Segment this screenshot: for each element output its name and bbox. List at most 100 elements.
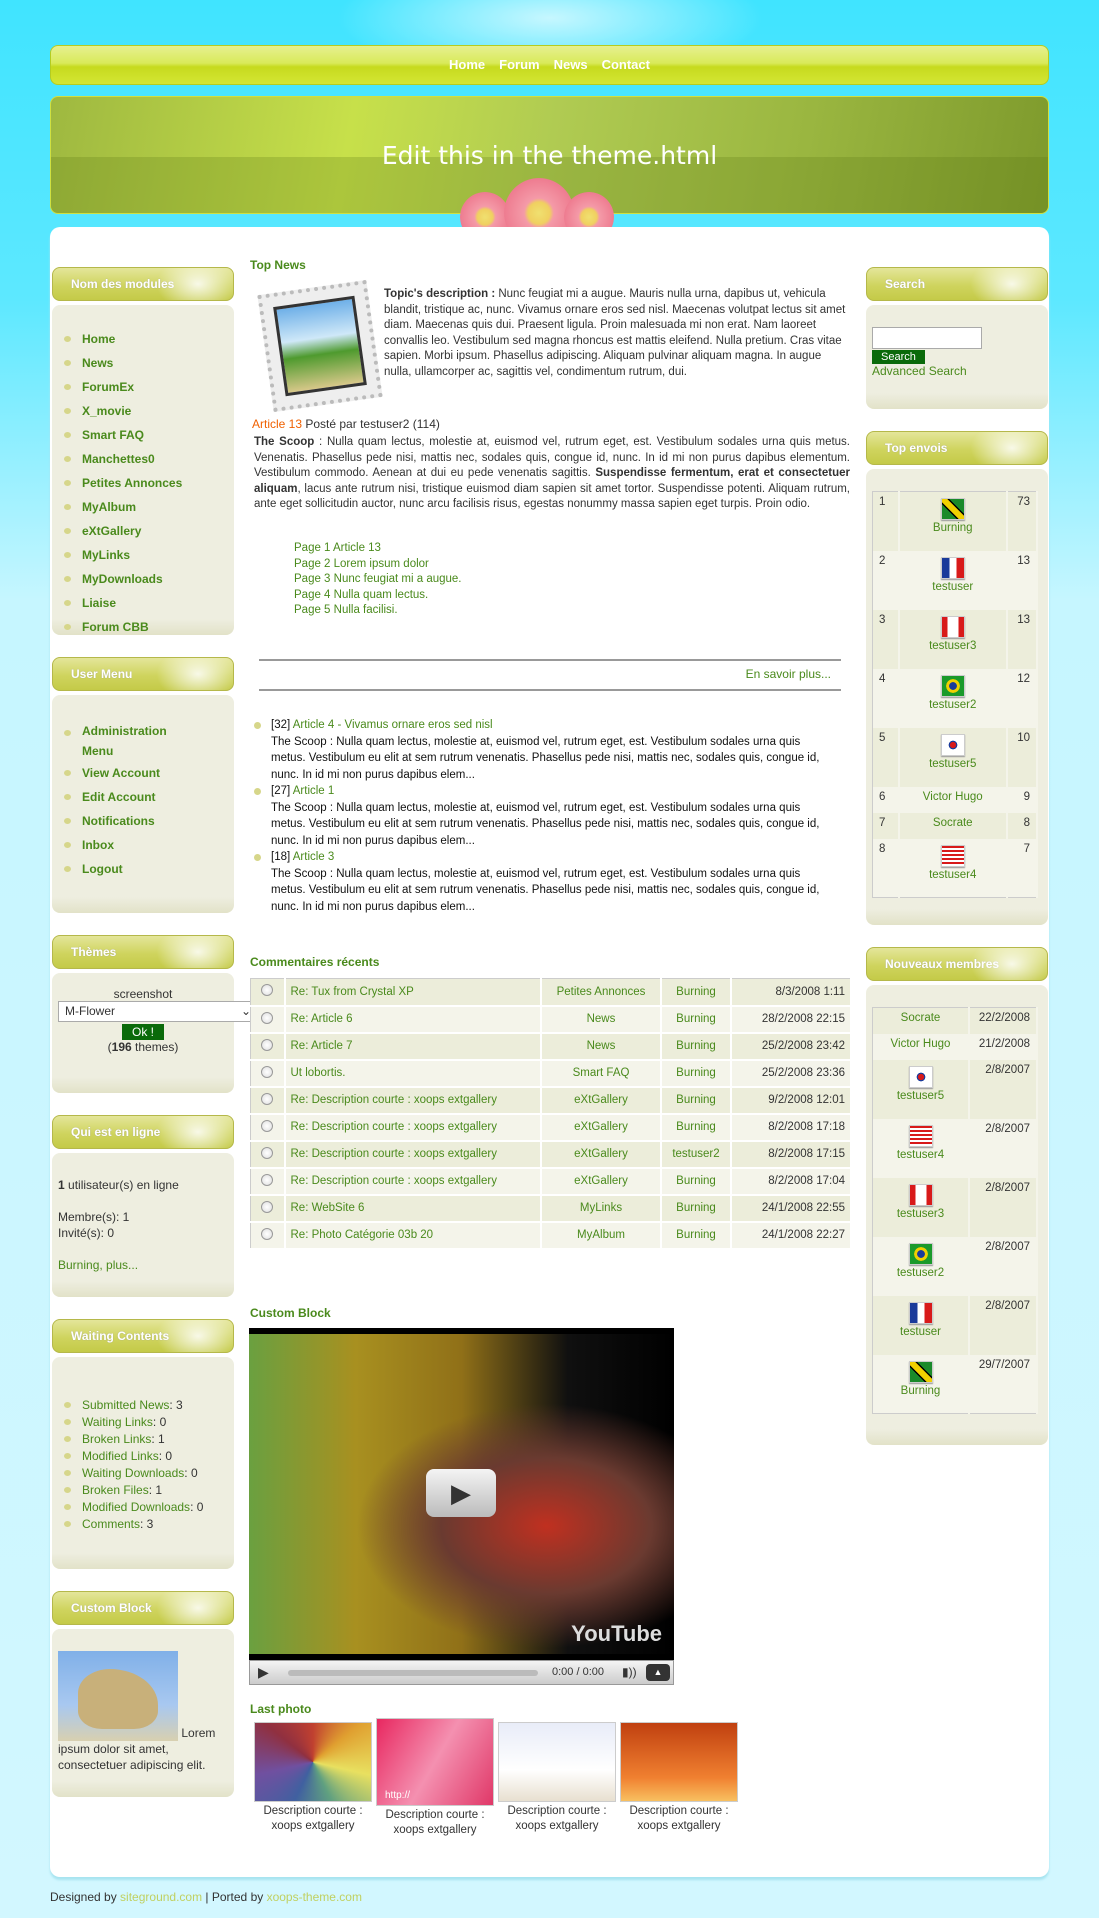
online-more-link[interactable]: Burning, plus...	[58, 1258, 138, 1272]
comment-module-link[interactable]: News	[587, 1013, 616, 1025]
comment-title-link[interactable]: Re: Article 7	[291, 1040, 353, 1052]
photo-thumbnail[interactable]	[498, 1722, 616, 1802]
comment-author-link[interactable]: Burning	[676, 1094, 716, 1106]
comment-author-link[interactable]: Burning	[676, 1013, 716, 1025]
search-input[interactable]	[872, 327, 982, 349]
user-menu-item[interactable]: Inbox	[60, 833, 226, 857]
comment-author-link[interactable]: Burning	[676, 1040, 716, 1052]
comment-author-link[interactable]: Burning	[676, 986, 716, 998]
waiting-link[interactable]: Submitted News	[82, 1398, 169, 1412]
page-link[interactable]: Page 4 Nulla quam lectus.	[294, 588, 462, 604]
play-icon[interactable]: ▶	[258, 1664, 269, 1681]
user-menu-item[interactable]: Logout	[60, 857, 226, 881]
comment-module-link[interactable]: eXtGallery	[574, 1121, 628, 1133]
waiting-link[interactable]: Broken Files	[82, 1483, 149, 1497]
advanced-search-link[interactable]: Advanced Search	[872, 364, 1042, 378]
comment-author-link[interactable]: Burning	[676, 1202, 716, 1214]
sidebar-item[interactable]: X_movie	[60, 399, 226, 423]
user-link[interactable]: Burning	[901, 1385, 941, 1397]
waiting-link[interactable]: Modified Links	[82, 1449, 159, 1463]
siteground-link[interactable]: siteground.com	[120, 1890, 202, 1904]
comment-title-link[interactable]: Re: Article 6	[291, 1013, 353, 1025]
user-menu-item[interactable]: Edit Account	[60, 785, 226, 809]
fullscreen-icon[interactable]: ▲	[646, 1664, 670, 1681]
user-link[interactable]: testuser3	[929, 640, 976, 652]
comment-title-link[interactable]: Re: Description courte : xoops extgaller…	[291, 1094, 497, 1106]
theme-ok-button[interactable]: Ok !	[121, 1024, 164, 1040]
sidebar-item[interactable]: Forum CBB	[60, 615, 226, 639]
page-link[interactable]: Page 5 Nulla facilisi.	[294, 603, 462, 619]
comment-module-link[interactable]: MyLinks	[580, 1202, 622, 1214]
waiting-link[interactable]: Modified Downloads	[82, 1500, 190, 1514]
comment-module-link[interactable]: News	[587, 1040, 616, 1052]
user-link[interactable]: testuser	[932, 581, 973, 593]
comment-title-link[interactable]: Re: Tux from Crystal XP	[291, 986, 414, 998]
comment-title-link[interactable]: Re: Photo Catégorie 03b 20	[291, 1229, 434, 1241]
user-link[interactable]: testuser	[900, 1326, 941, 1338]
comment-module-link[interactable]: Smart FAQ	[573, 1067, 630, 1079]
user-menu-item[interactable]: Administration Menu	[60, 721, 170, 761]
progress-slider[interactable]	[288, 1670, 538, 1676]
user-link[interactable]: testuser2	[929, 699, 976, 711]
page-link[interactable]: Page 3 Nunc feugiat mi a augue.	[294, 572, 462, 588]
sidebar-item[interactable]: Home	[60, 327, 226, 351]
waiting-link[interactable]: Comments	[82, 1517, 140, 1531]
comment-author-link[interactable]: Burning	[676, 1175, 716, 1187]
sidebar-item[interactable]: MyLinks	[60, 543, 226, 567]
sidebar-item[interactable]: MyDownloads	[60, 567, 226, 591]
waiting-link[interactable]: Waiting Links	[82, 1415, 153, 1429]
user-menu-item[interactable]: View Account	[60, 761, 226, 785]
nav-news[interactable]: News	[554, 57, 588, 72]
user-link[interactable]: Socrate	[933, 817, 973, 829]
page-link[interactable]: Page 2 Lorem ipsum dolor	[294, 557, 462, 573]
sidebar-item[interactable]: Liaise	[60, 591, 226, 615]
comment-author-link[interactable]: Burning	[676, 1229, 716, 1241]
news-title-link[interactable]: Article 1	[293, 785, 335, 797]
nav-home[interactable]: Home	[449, 57, 485, 72]
sidebar-item[interactable]: Manchettes0	[60, 447, 226, 471]
nav-contact[interactable]: Contact	[602, 57, 650, 72]
comment-module-link[interactable]: eXtGallery	[574, 1094, 628, 1106]
user-menu-item[interactable]: Notifications	[60, 809, 226, 833]
comment-title-link[interactable]: Re: Description courte : xoops extgaller…	[291, 1148, 497, 1160]
sidebar-item[interactable]: eXtGallery	[60, 519, 226, 543]
photo-thumbnail[interactable]: http://	[376, 1718, 494, 1806]
nav-forum[interactable]: Forum	[499, 57, 539, 72]
user-link[interactable]: Socrate	[901, 1012, 941, 1024]
user-link[interactable]: testuser3	[897, 1208, 944, 1220]
comment-module-link[interactable]: MyAlbum	[577, 1229, 625, 1241]
user-link[interactable]: Victor Hugo	[923, 791, 983, 803]
comment-title-link[interactable]: Re: Description courte : xoops extgaller…	[291, 1121, 497, 1133]
user-link[interactable]: testuser4	[897, 1149, 944, 1161]
comment-module-link[interactable]: eXtGallery	[574, 1175, 628, 1187]
user-link[interactable]: testuser5	[897, 1090, 944, 1102]
comment-module-link[interactable]: eXtGallery	[574, 1148, 628, 1160]
video-player[interactable]: ▶ YouTube ▶ 0:00 / 0:00 ▮)) ▲	[249, 1328, 674, 1685]
comment-author-link[interactable]: Burning	[676, 1121, 716, 1133]
sidebar-item[interactable]: News	[60, 351, 226, 375]
sidebar-item[interactable]: Smart FAQ	[60, 423, 226, 447]
user-link[interactable]: testuser2	[897, 1267, 944, 1279]
read-more-link[interactable]: En savoir plus...	[746, 667, 831, 681]
comment-title-link[interactable]: Re: WebSite 6	[291, 1202, 365, 1214]
user-link[interactable]: testuser4	[929, 869, 976, 881]
page-link[interactable]: Page 1 Article 13	[294, 541, 462, 557]
news-title-link[interactable]: Article 3	[293, 851, 335, 863]
photo-thumbnail[interactable]	[254, 1722, 372, 1802]
xoops-theme-link[interactable]: xoops-theme.com	[267, 1890, 362, 1904]
waiting-link[interactable]: Waiting Downloads	[82, 1466, 184, 1480]
comment-author-link[interactable]: Burning	[676, 1067, 716, 1079]
comment-author-link[interactable]: testuser2	[672, 1148, 719, 1160]
photo-thumbnail[interactable]	[620, 1722, 738, 1802]
user-link[interactable]: Victor Hugo	[891, 1038, 951, 1050]
user-link[interactable]: testuser5	[929, 758, 976, 770]
play-button[interactable]: ▶	[426, 1469, 496, 1517]
comment-title-link[interactable]: Ut lobortis.	[291, 1067, 346, 1079]
user-link[interactable]: Burning	[933, 522, 973, 534]
search-button[interactable]: Search	[872, 350, 925, 364]
waiting-link[interactable]: Broken Links	[82, 1432, 151, 1446]
sidebar-item[interactable]: MyAlbum	[60, 495, 226, 519]
sidebar-item[interactable]: Petites Annonces	[60, 471, 226, 495]
comment-title-link[interactable]: Re: Description courte : xoops extgaller…	[291, 1175, 497, 1187]
theme-select[interactable]: M-Flower ⌄	[58, 1001, 254, 1022]
